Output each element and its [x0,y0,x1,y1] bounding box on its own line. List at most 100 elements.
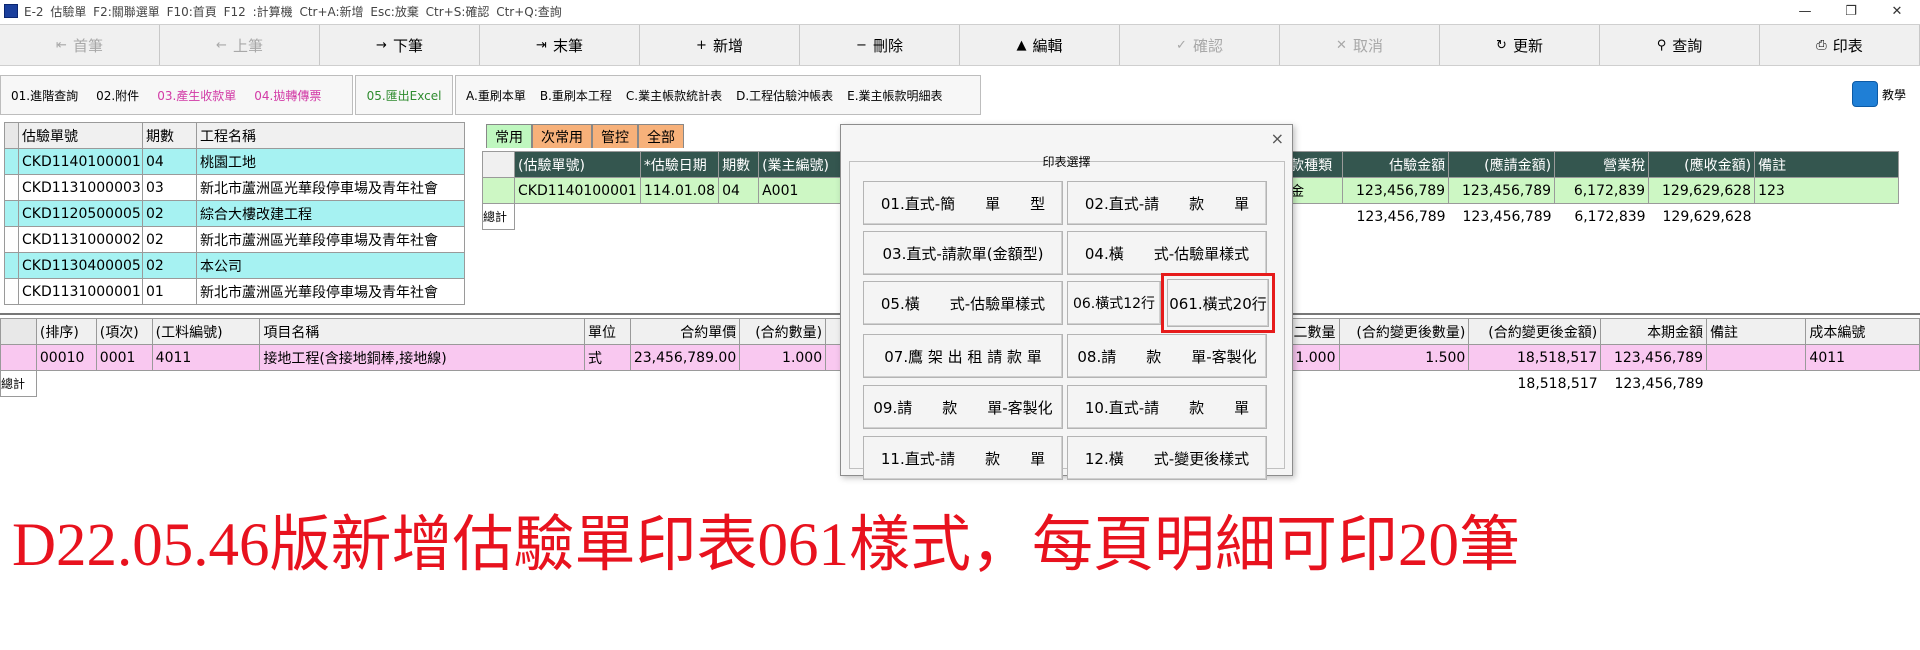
grid-cell[interactable]: CKD1131000001 [18,278,143,305]
col-header-project-name[interactable]: 工程名稱 [196,122,465,149]
tab-secondary[interactable]: 次常用 [532,124,592,148]
print-option-05-button[interactable]: 05.橫 式-估驗單樣式 [863,281,1063,325]
grid-cell[interactable]: 03 [142,174,197,201]
col-header-request-amount[interactable]: (應請金額) [1448,151,1556,178]
grid-cell[interactable]: 02 [142,252,197,279]
col-header-sort[interactable]: (排序) [35,318,97,345]
teach-button[interactable]: 教學 [1851,81,1906,107]
row-selector-icon[interactable] [4,226,19,253]
tab-all[interactable]: 全部 [638,124,684,148]
confirm-button[interactable]: ✓ 確認 [1120,25,1280,65]
grid-cell[interactable]: 02 [142,200,197,227]
col-header-receivable-amount[interactable]: (應收金額) [1648,151,1756,178]
owner-stat-report-button[interactable]: C.業主帳款統計表 [626,87,722,104]
grid-cell[interactable]: 04 [142,148,197,175]
grid-cell[interactable]: 新北市蘆洲區光華段停車場及青年社會 [196,174,465,201]
print-option-09-button[interactable]: 09.請 款 單-客製化 [863,385,1063,429]
col-header-contract-price[interactable]: 合約單價 [629,318,741,345]
reprint-bill-button[interactable]: A.重刷本單 [466,87,526,104]
col-header-estimate-amount[interactable]: 估驗金額 [1342,151,1450,178]
col-header-estimate-no[interactable]: (估驗單號) [514,151,641,178]
grid-cell[interactable]: CKD1130400005 [18,252,143,279]
col-header-payment-type[interactable]: 款種類 [1286,151,1344,178]
grid-cell[interactable]: 桃園工地 [196,148,465,175]
print-option-061-button[interactable]: 061.橫式20行 [1161,273,1275,333]
col-header-estimate-no[interactable]: 估驗單號 [18,122,143,149]
print-option-10-button[interactable]: 10.直式-請 款 單 [1067,385,1267,429]
col-header-business-tax[interactable]: 營業稅 [1554,151,1650,178]
minimize-button[interactable]: — [1782,0,1828,22]
last-record-button[interactable]: ⇥ 末筆 [480,25,640,65]
grid-cell[interactable]: 新北市蘆洲區光華段停車場及青年社會 [196,226,465,253]
close-window-button[interactable]: ✕ [1874,0,1920,22]
generate-receipt-button[interactable]: 03.產生收款單 [157,87,236,104]
transfer-invoice-button[interactable]: 04.拋轉傳票 [254,87,321,104]
edit-button[interactable]: ▲ 編輯 [960,25,1120,65]
grid-cell[interactable]: 新北市蘆洲區光華段停車場及青年社會 [196,278,465,305]
table-row[interactable]: CKD1140100001 04 桃園工地 [4,148,465,175]
first-record-button[interactable]: ⇤ 首筆 [0,25,160,65]
table-row[interactable]: CKD1130400005 02 本公司 [4,252,465,279]
row-selector-icon[interactable] [4,200,19,227]
row-selector-icon[interactable] [482,177,515,204]
table-row[interactable]: CKD1131000001 01 新北市蘆洲區光華段停車場及青年社會 [4,278,465,305]
grid-cell[interactable]: CKD1131000002 [18,226,143,253]
tab-control[interactable]: 管控 [592,124,638,148]
refresh-button[interactable]: ↻ 更新 [1440,25,1600,65]
query-button[interactable]: ⚲ 查詢 [1600,25,1760,65]
print-option-08-button[interactable]: 08.請 款 單-客製化 [1067,334,1267,378]
print-option-03-button[interactable]: 03.直式-請款單(金額型) [863,231,1063,275]
row-selector-icon[interactable] [4,148,19,175]
tab-common[interactable]: 常用 [486,124,532,148]
reprint-project-button[interactable]: B.重刷本工程 [540,87,612,104]
print-option-01-button[interactable]: 01.直式-簡 單 型 [863,181,1063,225]
print-option-07-button[interactable]: 07.鷹 架 出 租 請 款 單 [863,334,1063,378]
prev-record-button[interactable]: ← 上筆 [160,25,320,65]
next-record-button[interactable]: → 下筆 [320,25,480,65]
dialog-close-icon[interactable]: × [1271,129,1284,148]
col-header-item-no[interactable]: (項次) [95,318,153,345]
print-option-02-button[interactable]: 02.直式-請 款 單 [1067,181,1267,225]
col-header-period[interactable]: 期數 [718,151,760,178]
row-selector-icon[interactable] [4,252,19,279]
grid-cell[interactable]: CKD1120500005 [18,200,143,227]
table-row[interactable]: CKD1120500005 02 綜合大樓改建工程 [4,200,465,227]
delete-button[interactable]: − 刪除 [800,25,960,65]
restore-button[interactable]: ❐ [1828,0,1874,22]
table-row[interactable]: CKD1131000002 02 新北市蘆洲區光華段停車場及青年社會 [4,226,465,253]
col-header-changed-amount[interactable]: (合約變更後金額) [1468,318,1602,345]
print-button[interactable]: ⎙ 印表 [1760,25,1920,65]
col-header-material-no[interactable]: (工料編號) [151,318,261,345]
col-header-estimate-date[interactable]: *估驗日期 [639,151,720,178]
grid-cell[interactable]: 綜合大樓改建工程 [196,200,465,227]
col-header-qty[interactable]: 二數量 [1286,318,1340,345]
col-header-unit[interactable]: 單位 [583,318,631,345]
col-header-period[interactable]: 期數 [142,122,197,149]
col-header-remark[interactable]: 備註 [1706,318,1807,345]
col-header-changed-qty[interactable]: (合約變更後數量) [1338,318,1470,345]
col-header-period-amount[interactable]: 本期金額 [1600,318,1708,345]
attachment-button[interactable]: 02.附件 [96,87,139,104]
row-selector-icon[interactable] [4,174,19,201]
advanced-query-button[interactable]: 01.進階查詢 [11,87,78,104]
print-option-12-button[interactable]: 12.橫 式-變更後樣式 [1067,436,1267,480]
row-selector-icon[interactable] [0,344,37,371]
print-option-11-button[interactable]: 11.直式-請 款 單 [863,436,1063,480]
print-option-06-button[interactable]: 06.橫式12行 [1067,281,1161,325]
row-selector-icon[interactable] [4,278,19,305]
export-excel-button[interactable]: 05.匯出Excel [367,87,442,104]
owner-detail-report-button[interactable]: E.業主帳款明細表 [847,87,942,104]
grid-cell[interactable]: 02 [142,226,197,253]
grid-cell[interactable]: 01 [142,278,197,305]
col-header-remark[interactable]: 備註 [1754,151,1900,178]
grid-cell[interactable]: CKD1140100001 [18,148,143,175]
add-button[interactable]: + 新增 [640,25,800,65]
grid-cell[interactable]: CKD1131000003 [18,174,143,201]
print-option-04-button[interactable]: 04.橫 式-估驗單樣式 [1067,231,1267,275]
project-offset-report-button[interactable]: D.工程估驗沖帳表 [736,87,833,104]
table-row[interactable]: CKD1131000003 03 新北市蘆洲區光華段停車場及青年社會 [4,174,465,201]
cancel-button[interactable]: ✕ 取消 [1280,25,1440,65]
grid-cell[interactable]: 本公司 [196,252,465,279]
col-header-contract-qty[interactable]: (合約數量) [739,318,827,345]
col-header-owner-no[interactable]: (業主編號) [758,151,850,178]
